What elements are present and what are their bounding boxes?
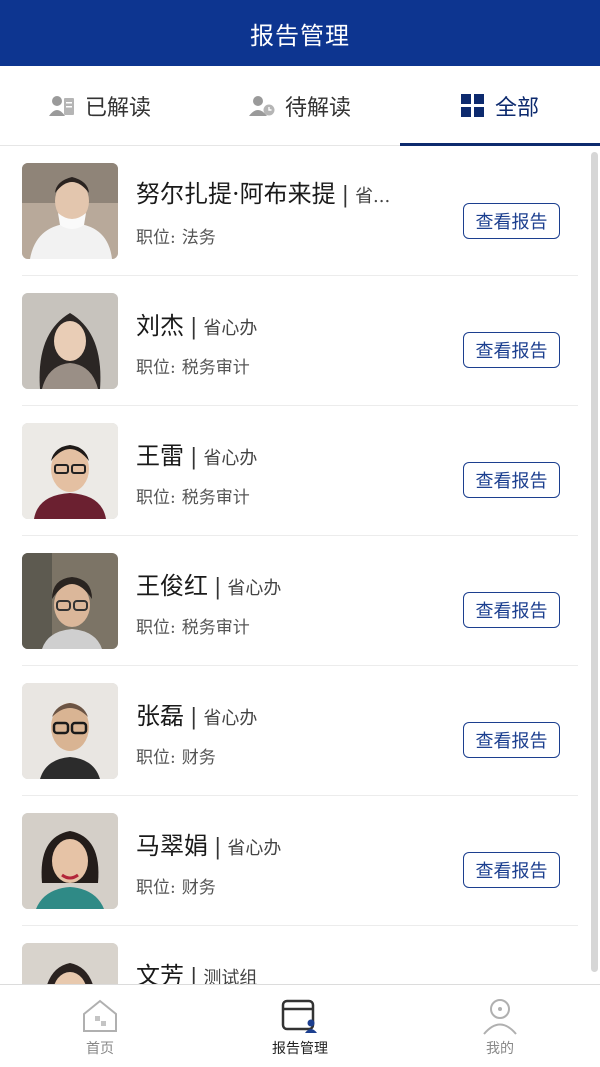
list-item[interactable]: 刘杰 | 省心办 职位: 税务审计 查看报告	[22, 276, 578, 406]
filter-tabs: 已解读 待解读 全部	[0, 66, 600, 146]
separator: |	[214, 835, 222, 860]
person-department: 省...	[355, 186, 391, 207]
avatar	[22, 943, 118, 984]
tab-read-label: 已解读	[84, 95, 151, 121]
person-department: 省心办	[203, 448, 258, 469]
position-line: 职位: 税务审计	[136, 483, 250, 508]
separator: |	[341, 183, 350, 208]
position-line: 职位: 税务审计	[136, 353, 250, 378]
position-value: 法务	[181, 228, 216, 248]
list-item[interactable]: 文芳 | 测试组	[22, 926, 578, 984]
app-header: 报告管理	[0, 0, 600, 66]
position-value: 税务审计	[181, 618, 250, 638]
nav-home[interactable]: 首页	[0, 985, 200, 1067]
list-item[interactable]: 王雷 | 省心办 职位: 税务审计 查看报告	[22, 406, 578, 536]
person-name: 努尔扎提·阿布来提	[136, 180, 336, 208]
separator: |	[214, 575, 222, 600]
position-label: 职位:	[136, 358, 176, 378]
position-label: 职位:	[136, 618, 176, 638]
position-value: 财务	[181, 878, 216, 898]
avatar	[22, 683, 118, 779]
nav-profile-label: 我的	[486, 1041, 514, 1057]
position-value: 税务审计	[181, 488, 250, 508]
position-line: 职位: 财务	[136, 873, 216, 898]
avatar	[22, 423, 118, 519]
position-label: 职位:	[136, 878, 176, 898]
view-report-button[interactable]: 查看报告	[463, 592, 560, 628]
position-value: 财务	[181, 748, 216, 768]
nav-report-manage-label: 报告管理	[272, 1041, 328, 1057]
person-pending-icon	[248, 95, 275, 117]
avatar	[22, 293, 118, 389]
list-item[interactable]: 马翠娟 | 省心办 职位: 财务 查看报告	[22, 796, 578, 926]
view-report-button[interactable]: 查看报告	[463, 462, 560, 498]
position-label: 职位:	[136, 488, 176, 508]
tab-pending-label: 待解读	[284, 95, 351, 121]
report-list[interactable]: 努尔扎提·阿布来提 | 省... 职位: 法务 查看报告 刘杰 | 省心办 职位:…	[0, 146, 600, 984]
position-label: 职位:	[136, 228, 176, 248]
person-name: 文芳	[136, 962, 184, 984]
profile-icon	[481, 994, 519, 1038]
tab-all[interactable]: 全部	[400, 66, 600, 146]
report-manage-icon	[280, 994, 320, 1038]
position-value: 税务审计	[181, 358, 250, 378]
position-line: 职位: 财务	[136, 743, 216, 768]
position-line: 职位: 法务	[136, 223, 216, 248]
bottom-nav: 首页 报告管理 我的	[0, 984, 600, 1067]
person-department: 省心办	[227, 838, 282, 859]
view-report-button[interactable]: 查看报告	[463, 852, 560, 888]
list-item[interactable]: 张磊 | 省心办 职位: 财务 查看报告	[22, 666, 578, 796]
person-department: 测试组	[203, 968, 258, 984]
person-name: 刘杰	[136, 312, 184, 340]
person-name: 王俊红	[136, 572, 208, 600]
separator: |	[190, 705, 198, 730]
person-department: 省心办	[227, 578, 282, 599]
avatar	[22, 553, 118, 649]
list-item[interactable]: 努尔扎提·阿布来提 | 省... 职位: 法务 查看报告	[22, 146, 578, 276]
page-title: 报告管理	[250, 21, 350, 50]
person-name: 马翠娟	[136, 832, 208, 860]
home-icon	[81, 994, 119, 1038]
view-report-button[interactable]: 查看报告	[463, 332, 560, 368]
view-report-button[interactable]: 查看报告	[463, 203, 560, 239]
nav-report-manage[interactable]: 报告管理	[200, 985, 400, 1067]
person-read-icon	[48, 95, 75, 117]
person-name: 王雷	[136, 442, 184, 470]
view-report-button[interactable]: 查看报告	[463, 722, 560, 758]
person-department: 省心办	[203, 318, 258, 339]
person-department: 省心办	[203, 708, 258, 729]
tab-read[interactable]: 已解读	[0, 66, 200, 145]
separator: |	[190, 315, 198, 340]
avatar	[22, 163, 118, 259]
separator: |	[190, 965, 198, 984]
person-name: 张磊	[136, 702, 184, 730]
grid-icon	[460, 93, 485, 118]
list-item[interactable]: 王俊红 | 省心办 职位: 税务审计 查看报告	[22, 536, 578, 666]
tab-pending[interactable]: 待解读	[200, 66, 400, 145]
nav-profile[interactable]: 我的	[400, 985, 600, 1067]
nav-home-label: 首页	[86, 1041, 114, 1057]
tab-all-label: 全部	[494, 95, 539, 121]
avatar	[22, 813, 118, 909]
scrollbar[interactable]	[591, 152, 598, 972]
position-label: 职位:	[136, 748, 176, 768]
separator: |	[190, 445, 198, 470]
position-line: 职位: 税务审计	[136, 613, 250, 638]
